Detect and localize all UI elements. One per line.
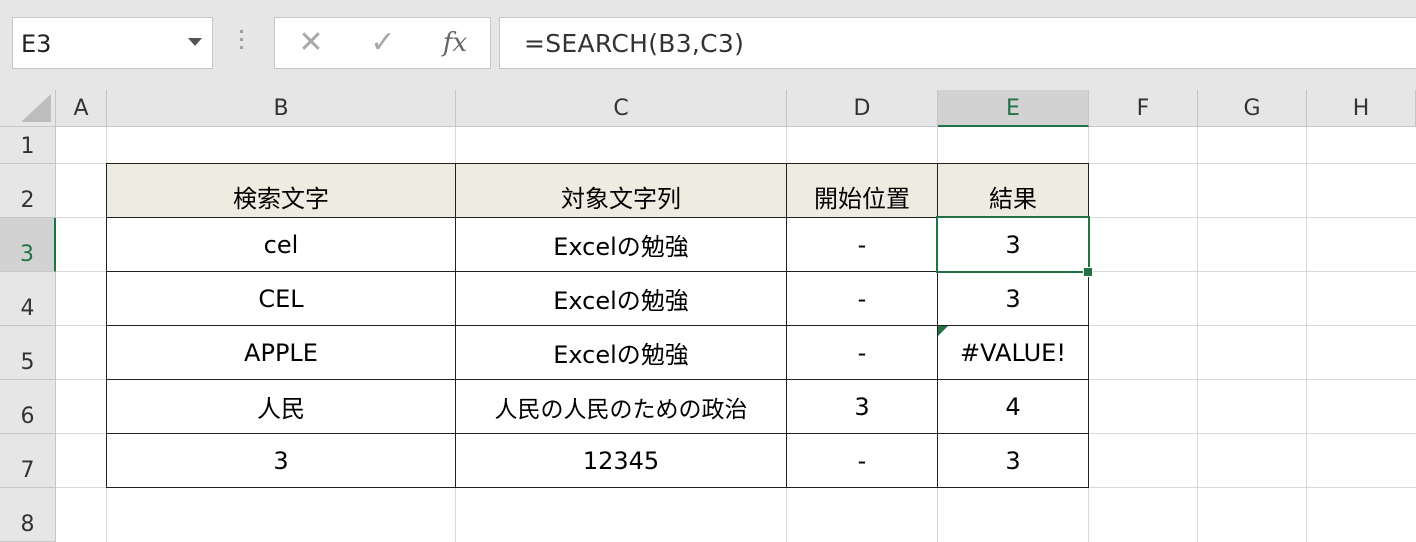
column-header-e[interactable]: E	[938, 90, 1089, 127]
column-header-g[interactable]: G	[1198, 90, 1307, 127]
table-cell[interactable]: APPLE	[107, 326, 455, 379]
select-all-triangle-icon	[21, 94, 51, 122]
formula-text[interactable]: =SEARCH(B3,C3)	[524, 29, 744, 58]
table-cell[interactable]: -	[787, 326, 937, 379]
row-number[interactable]: 6	[0, 404, 55, 429]
table-cell[interactable]: -	[787, 272, 937, 325]
table-cell[interactable]: 人民の人民のための政治	[456, 380, 786, 433]
enter-icon[interactable]: ✓	[363, 26, 403, 60]
name-box[interactable]: E3	[12, 17, 213, 69]
table-cell[interactable]: 人民	[107, 380, 455, 433]
column-header-a[interactable]: A	[56, 90, 107, 127]
formula-input[interactable]: =SEARCH(B3,C3)	[499, 17, 1416, 69]
active-cell-selection[interactable]	[936, 216, 1090, 273]
table-border	[106, 487, 1089, 488]
grip-icon[interactable]	[240, 30, 244, 58]
row-header-2[interactable]: 2	[0, 164, 56, 218]
table-cell[interactable]: Excelの勉強	[456, 218, 786, 271]
cancel-icon[interactable]: ✕	[291, 26, 331, 60]
table-cell[interactable]: 4	[938, 380, 1088, 433]
row-number[interactable]: 4	[0, 296, 55, 321]
insert-function-icon[interactable]: fx	[435, 26, 475, 60]
column-header-f[interactable]: F	[1089, 90, 1198, 127]
table-cell-error[interactable]: #VALUE!	[938, 326, 1088, 379]
row-number[interactable]: 1	[0, 134, 55, 159]
column-header-d[interactable]: D	[787, 90, 938, 127]
worksheet-grid[interactable]: A B C D E F G H 1 2 3 4 5 6 7 8 検索文字 対象文…	[0, 90, 1416, 542]
row-header-6[interactable]: 6	[0, 380, 56, 434]
table-cell[interactable]: 3	[938, 434, 1088, 487]
table-header-cell[interactable]: 結果	[938, 164, 1088, 217]
fill-handle[interactable]	[1083, 267, 1093, 277]
table-cell[interactable]: CEL	[107, 272, 455, 325]
row-header-7[interactable]: 7	[0, 434, 56, 488]
row-header-4[interactable]: 4	[0, 272, 56, 326]
column-header-c[interactable]: C	[456, 90, 787, 127]
row-header-1[interactable]: 1	[0, 127, 56, 164]
table-cell[interactable]: Excelの勉強	[456, 272, 786, 325]
table-cell[interactable]: Excelの勉強	[456, 326, 786, 379]
table-cell[interactable]: -	[787, 434, 937, 487]
row-header-5[interactable]: 5	[0, 326, 56, 380]
table-cell[interactable]: cel	[107, 218, 455, 271]
error-indicator-icon[interactable]	[938, 326, 948, 336]
table-cell[interactable]: -	[787, 218, 937, 271]
row-number[interactable]: 8	[0, 512, 55, 537]
formula-buttons: ✕ ✓ fx	[274, 17, 491, 69]
table-cell[interactable]: 12345	[456, 434, 786, 487]
name-box-value[interactable]: E3	[21, 30, 51, 58]
table-header-cell[interactable]: 対象文字列	[456, 164, 786, 217]
select-all-button[interactable]	[0, 90, 56, 127]
gridline	[1306, 127, 1307, 542]
row-number[interactable]: 7	[0, 458, 55, 483]
table-cell[interactable]: 3	[938, 272, 1088, 325]
chevron-down-icon[interactable]	[188, 38, 202, 46]
column-header-b[interactable]: B	[107, 90, 456, 127]
table-header-cell[interactable]: 開始位置	[787, 164, 937, 217]
row-number[interactable]: 3	[0, 242, 54, 267]
table-cell[interactable]: 3	[107, 434, 455, 487]
gridline	[1197, 127, 1198, 542]
row-number[interactable]: 2	[0, 188, 55, 213]
table-border	[1088, 163, 1089, 488]
table-cell[interactable]: 3	[787, 380, 937, 433]
row-header-8[interactable]: 8	[0, 488, 56, 542]
row-header-3[interactable]: 3	[0, 218, 56, 272]
column-header-h[interactable]: H	[1307, 90, 1416, 127]
formula-bar-area: E3 ✕ ✓ fx =SEARCH(B3,C3)	[0, 0, 1416, 90]
row-number[interactable]: 5	[0, 350, 55, 375]
table-header-cell[interactable]: 検索文字	[107, 164, 455, 217]
